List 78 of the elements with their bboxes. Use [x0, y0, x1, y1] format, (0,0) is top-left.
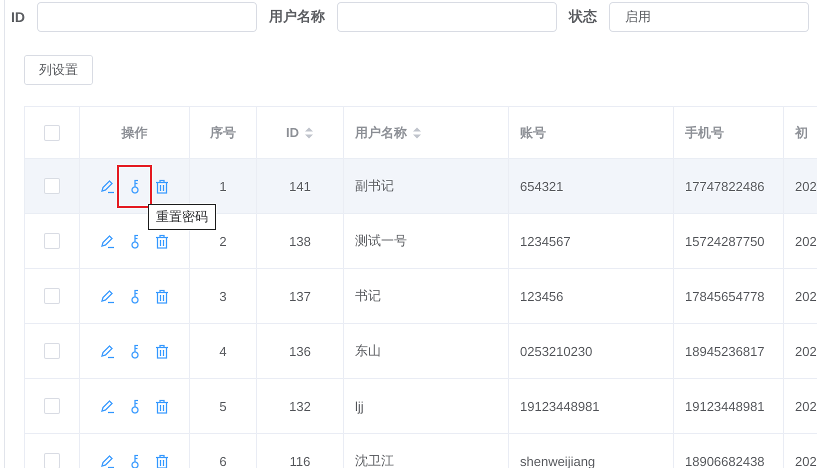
table-cell: 141 — [289, 178, 311, 194]
filter-input[interactable] — [37, 2, 257, 32]
table-cell: 202 — [795, 234, 817, 248]
row-checkbox[interactable] — [44, 288, 60, 304]
column-header: 手机号 — [685, 124, 724, 142]
table-cell: 3 — [219, 288, 227, 304]
row-checkbox[interactable] — [44, 398, 60, 414]
sort-icon[interactable] — [412, 126, 422, 140]
table-cell: 副书记 — [355, 177, 394, 195]
edit-icon[interactable] — [100, 288, 115, 304]
row-checkbox[interactable] — [44, 453, 60, 468]
table-cell: ljj — [355, 398, 364, 414]
tooltip: 重置密码 — [148, 204, 216, 230]
key-icon[interactable] — [130, 178, 140, 194]
table-cell: 0253210230 — [520, 344, 592, 358]
table-cell: 654321 — [520, 178, 564, 194]
key-icon[interactable] — [130, 288, 140, 304]
table-cell: 132 — [289, 398, 311, 414]
delete-icon[interactable] — [155, 234, 169, 248]
table-cell: 2 — [219, 234, 227, 248]
table-cell: 测试一号 — [355, 232, 407, 250]
table-cell: 18945236817 — [685, 344, 765, 358]
edit-icon[interactable] — [100, 178, 115, 194]
row-checkbox[interactable] — [44, 233, 60, 249]
delete-icon[interactable] — [155, 344, 169, 358]
table-cell: 5 — [219, 398, 227, 414]
status-select[interactable]: 启用 — [609, 2, 809, 32]
table-cell: 18906682438 — [685, 454, 765, 468]
table-cell: 202 — [795, 344, 817, 358]
row-checkbox[interactable] — [44, 178, 60, 194]
table-cell: 书记 — [355, 287, 381, 305]
table-cell: 1234567 — [520, 234, 571, 248]
key-icon[interactable] — [130, 344, 140, 358]
table-cell: 17747822486 — [685, 178, 765, 194]
edit-icon[interactable] — [100, 234, 115, 248]
edit-icon[interactable] — [100, 344, 115, 358]
table-cell: 116 — [290, 454, 310, 468]
select-all-checkbox[interactable] — [44, 124, 60, 140]
table-cell: 202 — [795, 398, 817, 414]
table-cell: 136 — [289, 344, 311, 358]
table-cell: 138 — [289, 234, 311, 248]
sort-icon[interactable] — [304, 126, 314, 140]
column-header[interactable]: ID — [286, 125, 299, 140]
table-cell: 123456 — [520, 288, 564, 304]
table-cell: 沈卫江 — [355, 452, 394, 468]
table-cell: 17845654778 — [685, 288, 765, 304]
table-cell: 东山 — [355, 342, 381, 360]
table-cell: 1 — [219, 178, 227, 194]
column-header: 账号 — [520, 124, 546, 142]
filter-input[interactable] — [337, 2, 557, 32]
column-header: 初 — [795, 124, 808, 142]
key-icon[interactable] — [130, 234, 140, 248]
edit-icon[interactable] — [100, 398, 115, 414]
delete-icon[interactable] — [155, 288, 169, 304]
table-cell: 15724287750 — [685, 234, 765, 248]
edit-icon[interactable] — [100, 454, 115, 468]
table-cell: 19123448981 — [685, 398, 765, 414]
delete-icon[interactable] — [155, 178, 169, 194]
key-icon[interactable] — [130, 398, 140, 414]
column-header: 操作 — [122, 124, 148, 142]
filter-label: 状态 — [569, 8, 598, 26]
column-header: 序号 — [210, 124, 236, 142]
filter-label: ID — [11, 9, 26, 25]
table-cell: 202 — [795, 454, 817, 468]
row-checkbox[interactable] — [44, 343, 60, 359]
table-cell: 202 — [795, 178, 817, 194]
table-cell: 6 — [219, 454, 227, 468]
filter-label: 用户名称 — [269, 8, 326, 26]
delete-icon[interactable] — [155, 454, 169, 468]
delete-icon[interactable] — [155, 398, 169, 414]
table-cell: 137 — [289, 288, 311, 304]
table-cell: 4 — [219, 344, 227, 358]
column-settings-button[interactable]: 列设置 — [24, 55, 93, 85]
table-cell: shenweijiang — [520, 454, 596, 468]
column-header[interactable]: 用户名称 — [355, 124, 407, 142]
table-cell: 202 — [795, 288, 817, 304]
table-cell: 19123448981 — [520, 398, 600, 414]
key-icon[interactable] — [130, 454, 140, 468]
